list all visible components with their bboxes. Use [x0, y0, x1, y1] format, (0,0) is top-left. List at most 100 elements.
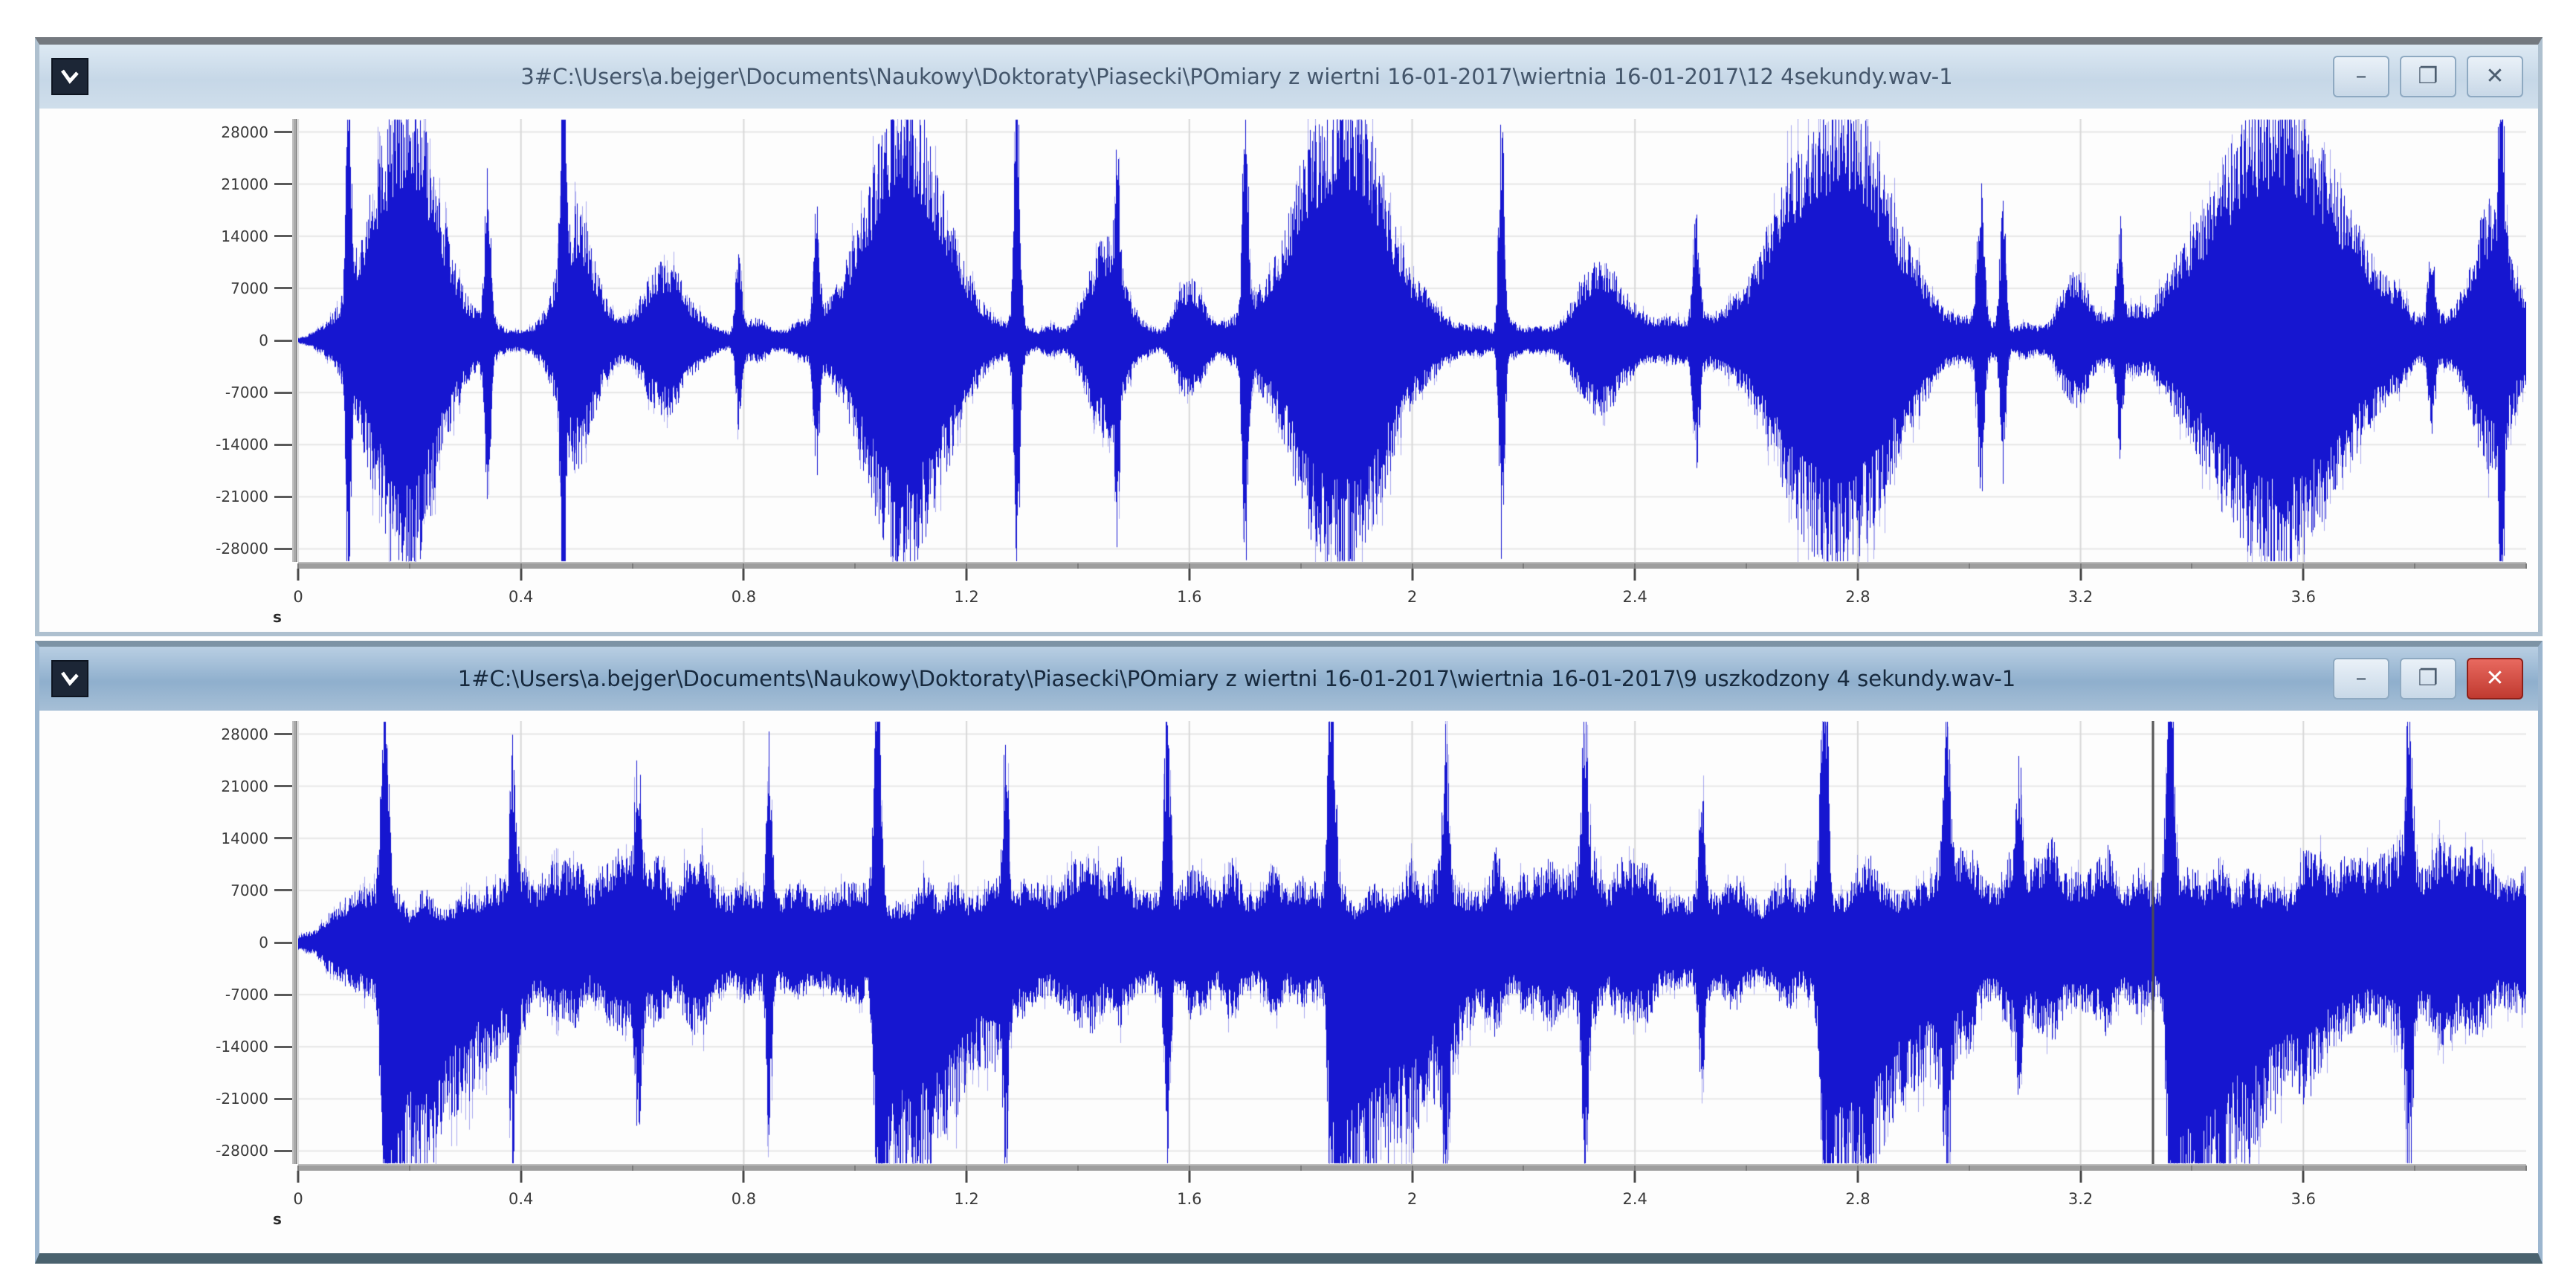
y-tick-label: -7000	[225, 384, 268, 401]
x-axis-ticks: 00.40.81.21.622.42.83.23.6	[298, 1171, 2526, 1238]
x-tick-label: 3.6	[2291, 1190, 2316, 1208]
x-tick-minor	[2302, 563, 2304, 569]
y-tick-mark	[274, 340, 292, 342]
x-tick-mark	[1856, 569, 1859, 581]
y-tick-mark	[274, 1150, 292, 1152]
x-tick-label: 2.4	[1622, 588, 1647, 606]
x-tick-label: 3.2	[2068, 1190, 2093, 1208]
x-tick-minor	[1634, 563, 1636, 569]
close-button[interactable]: ✕	[2467, 658, 2523, 699]
x-tick-label: 0.4	[509, 1190, 533, 1208]
waveform-app-icon	[58, 667, 82, 691]
x-tick-label: 3.2	[2068, 588, 2093, 606]
y-tick-label: 28000	[221, 123, 268, 141]
x-tick-minor	[2525, 1166, 2527, 1171]
titlebar-window-1[interactable]: 3#C:\Users\a.bejger\Documents\Naukowy\Do…	[39, 45, 2538, 109]
y-tick-mark	[274, 392, 292, 394]
x-tick-minor	[2080, 563, 2082, 569]
x-tick-minor	[1523, 1166, 1524, 1171]
x-tick-mark	[1411, 1171, 1413, 1183]
x-tick-minor	[1300, 1166, 1302, 1171]
x-tick-mark	[1411, 569, 1413, 581]
x-tick-label: 1.2	[954, 588, 978, 606]
x-tick-label: 0.8	[732, 1190, 756, 1208]
x-tick-minor	[297, 1166, 299, 1171]
x-tick-mark	[1188, 1171, 1190, 1183]
x-tick-minor	[743, 563, 744, 569]
x-tick-mark	[297, 569, 300, 581]
restore-button[interactable]: ❐	[2400, 658, 2456, 699]
y-tick-label: 7000	[230, 882, 268, 899]
x-tick-mark	[520, 569, 522, 581]
window-title: 1#C:\Users\a.bejger\Documents\Naukowy\Do…	[136, 647, 2337, 711]
time-unit-label: s	[273, 1210, 282, 1228]
x-tick-minor	[520, 563, 522, 569]
y-tick-label: -21000	[216, 488, 268, 505]
x-tick-minor	[966, 1166, 967, 1171]
window-buttons: – ❐ ✕	[2333, 658, 2523, 699]
x-axis-ticks: 00.40.81.21.622.42.83.23.6	[298, 569, 2526, 636]
x-tick-label: 2	[1407, 1190, 1417, 1208]
y-tick-mark	[274, 287, 292, 289]
y-tick-mark	[274, 131, 292, 133]
x-tick-minor	[2191, 563, 2192, 569]
waveform-plot-2[interactable]	[298, 721, 2526, 1164]
x-tick-label: 0.8	[732, 588, 756, 606]
x-tick-minor	[632, 563, 633, 569]
waveform-canvas-2[interactable]	[298, 721, 2526, 1164]
x-tick-label: 2.8	[1845, 1190, 1870, 1208]
x-tick-mark	[1188, 569, 1190, 581]
x-tick-minor	[1412, 563, 1413, 569]
y-tick-label: -7000	[225, 986, 268, 1003]
x-tick-minor	[1077, 563, 1079, 569]
x-tick-minor	[1857, 1166, 1859, 1171]
y-tick-label: 21000	[221, 778, 268, 795]
minimize-button[interactable]: –	[2333, 658, 2389, 699]
y-tick-mark	[274, 837, 292, 839]
x-tick-minor	[1746, 1166, 1747, 1171]
x-tick-minor	[1077, 1166, 1079, 1171]
y-axis-ruler	[292, 721, 297, 1164]
y-tick-label: 0	[259, 934, 268, 951]
x-tick-minor	[1523, 563, 1524, 569]
x-tick-minor	[520, 1166, 522, 1171]
y-tick-mark	[274, 785, 292, 787]
minimize-button[interactable]: –	[2333, 56, 2389, 97]
y-tick-label: 7000	[230, 279, 268, 297]
waveform-window-2: 1#C:\Users\a.bejger\Documents\Naukowy\Do…	[35, 641, 2543, 1264]
x-tick-mark	[2302, 1171, 2305, 1183]
x-tick-label: 1.6	[1177, 588, 1201, 606]
y-tick-mark	[274, 235, 292, 237]
x-tick-mark	[520, 1171, 522, 1183]
waveform-chart-area-1: 28000210001400070000-7000-14000-21000-28…	[39, 109, 2538, 632]
waveform-app-icon	[58, 65, 82, 88]
restore-button[interactable]: ❐	[2400, 56, 2456, 97]
y-tick-mark	[274, 942, 292, 944]
x-tick-minor	[1969, 563, 1970, 569]
x-tick-minor	[1746, 563, 1747, 569]
x-tick-minor	[743, 1166, 744, 1171]
x-tick-minor	[297, 563, 299, 569]
x-tick-minor	[2525, 563, 2527, 569]
x-tick-minor	[966, 563, 967, 569]
y-tick-label: -14000	[216, 436, 268, 453]
x-tick-minor	[1300, 563, 1302, 569]
close-button[interactable]: ✕	[2467, 56, 2523, 97]
waveform-canvas-1[interactable]	[298, 119, 2526, 562]
x-tick-mark	[743, 1171, 745, 1183]
waveform-plot-1[interactable]	[298, 119, 2526, 562]
x-tick-minor	[632, 1166, 633, 1171]
y-tick-mark	[274, 889, 292, 891]
x-tick-label: 2.4	[1622, 1190, 1647, 1208]
x-tick-label: 1.6	[1177, 1190, 1201, 1208]
x-tick-label: 0	[293, 588, 303, 606]
y-tick-mark	[274, 183, 292, 185]
x-tick-minor	[1412, 1166, 1413, 1171]
titlebar-window-2[interactable]: 1#C:\Users\a.bejger\Documents\Naukowy\Do…	[39, 647, 2538, 711]
x-tick-minor	[2080, 1166, 2082, 1171]
x-tick-minor	[1969, 1166, 1970, 1171]
x-tick-minor	[2302, 1166, 2304, 1171]
y-tick-label: -28000	[216, 1142, 268, 1160]
y-tick-label: 14000	[221, 830, 268, 847]
y-tick-mark	[274, 1098, 292, 1100]
